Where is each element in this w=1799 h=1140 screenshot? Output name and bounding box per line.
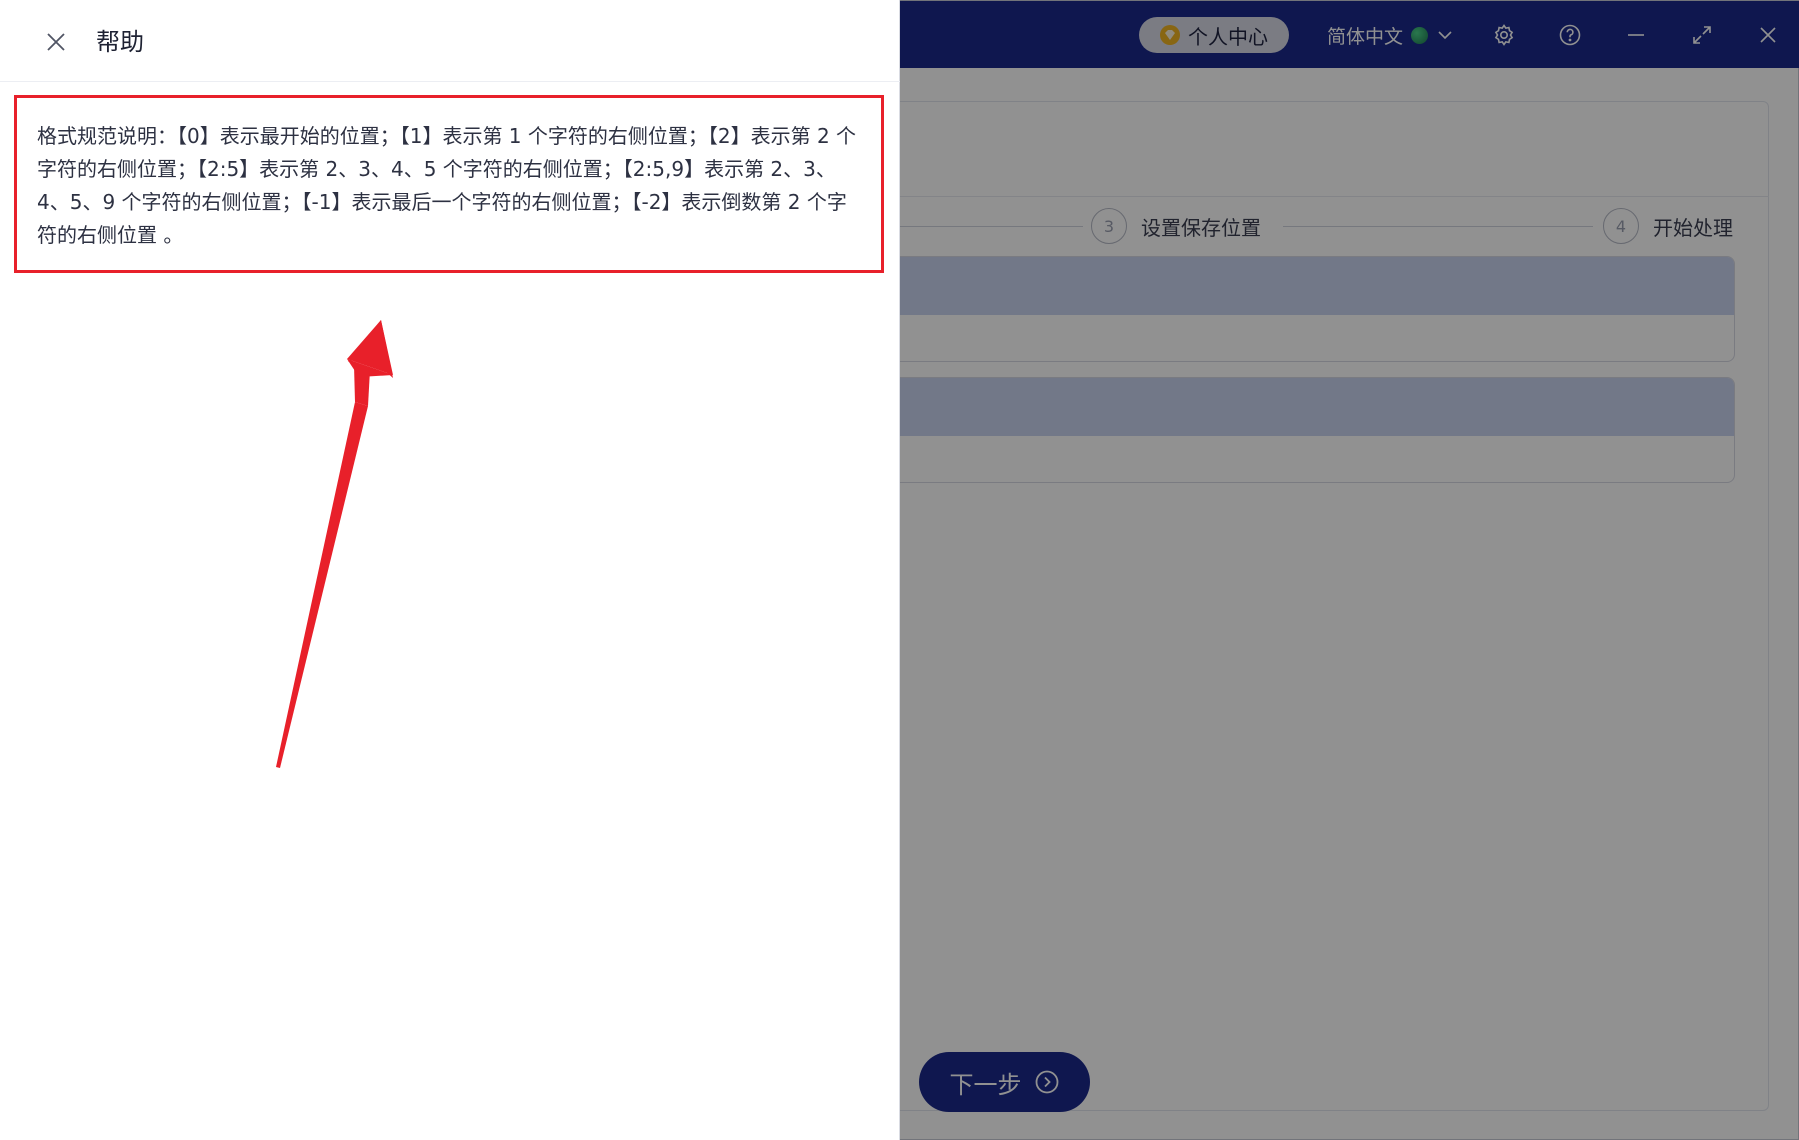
drawer-title: 帮助 [96,28,144,56]
arrow-shaft [276,402,368,768]
drawer-header: 帮助 [0,0,900,82]
close-icon[interactable] [38,24,74,60]
help-highlight-box: 格式规范说明：【0】表示最开始的位置；【1】表示第 1 个字符的右侧位置；【2】… [14,95,884,273]
red-arrow-annotation [276,320,393,768]
help-drawer: 帮助 格式规范说明：【0】表示最开始的位置；【1】表示第 1 个字符的右侧位置；… [0,0,900,1140]
format-help-text: 格式规范说明：【0】表示最开始的位置；【1】表示第 1 个字符的右侧位置；【2】… [37,124,857,247]
